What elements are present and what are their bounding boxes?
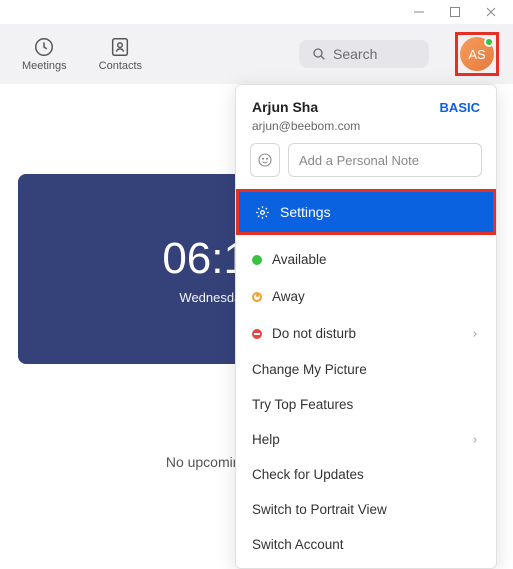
status-available[interactable]: Available	[236, 241, 496, 278]
try-top-features[interactable]: Try Top Features	[236, 387, 496, 422]
switch-portrait-label: Switch to Portrait View	[252, 502, 387, 517]
away-icon	[252, 292, 262, 302]
avatar-initials: AS	[468, 47, 485, 62]
account-badge[interactable]: BASIC	[440, 100, 480, 115]
search-placeholder: Search	[333, 46, 377, 62]
nav-contacts-label: Contacts	[99, 60, 142, 72]
minimize-button[interactable]	[413, 6, 425, 18]
top-nav: Meetings Contacts Search AS	[0, 24, 513, 84]
status-available-label: Available	[272, 252, 327, 267]
profile-avatar[interactable]: AS	[460, 37, 494, 71]
try-top-label: Try Top Features	[252, 397, 353, 412]
profile-dropdown: Arjun Sha BASIC arjun@beebom.com Add a P…	[235, 84, 497, 569]
profile-name: Arjun Sha	[252, 99, 318, 115]
dropdown-header: Arjun Sha BASIC arjun@beebom.com	[236, 85, 496, 143]
nav-meetings[interactable]: Meetings	[14, 32, 75, 76]
search-box[interactable]: Search	[299, 40, 429, 68]
settings-label: Settings	[280, 204, 331, 220]
check-updates[interactable]: Check for Updates	[236, 457, 496, 492]
status-away-label: Away	[272, 289, 305, 304]
personal-note-row: Add a Personal Note	[236, 143, 496, 189]
check-updates-label: Check for Updates	[252, 467, 364, 482]
dnd-icon	[252, 329, 262, 339]
settings-item[interactable]: Settings	[239, 192, 493, 232]
status-dnd-label: Do not disturb	[272, 326, 356, 341]
smile-icon	[257, 152, 273, 168]
nav-contacts[interactable]: Contacts	[91, 32, 150, 76]
chevron-right-icon	[470, 329, 480, 339]
note-placeholder: Add a Personal Note	[299, 153, 419, 168]
switch-portrait[interactable]: Switch to Portrait View	[236, 492, 496, 527]
profile-email: arjun@beebom.com	[252, 119, 480, 133]
close-button[interactable]	[485, 6, 497, 18]
gear-icon	[255, 205, 270, 220]
clock-icon	[33, 36, 55, 58]
maximize-button[interactable]	[449, 6, 461, 18]
help-label: Help	[252, 432, 280, 447]
contacts-icon	[109, 36, 131, 58]
presence-dot	[484, 37, 494, 47]
available-icon	[252, 255, 262, 265]
personal-note-input[interactable]: Add a Personal Note	[288, 143, 482, 177]
search-icon	[311, 46, 327, 62]
avatar-highlight: AS	[455, 32, 499, 76]
help[interactable]: Help	[236, 422, 496, 457]
nav-meetings-label: Meetings	[22, 60, 67, 72]
status-away[interactable]: Away	[236, 278, 496, 315]
emoji-button[interactable]	[250, 143, 280, 177]
title-bar	[0, 0, 513, 24]
switch-account-label: Switch Account	[252, 537, 344, 552]
change-picture-label: Change My Picture	[252, 362, 367, 377]
chevron-right-icon	[470, 435, 480, 445]
status-dnd[interactable]: Do not disturb	[236, 315, 496, 352]
settings-highlight: Settings	[236, 189, 496, 235]
switch-account[interactable]: Switch Account	[236, 527, 496, 562]
change-picture[interactable]: Change My Picture	[236, 352, 496, 387]
